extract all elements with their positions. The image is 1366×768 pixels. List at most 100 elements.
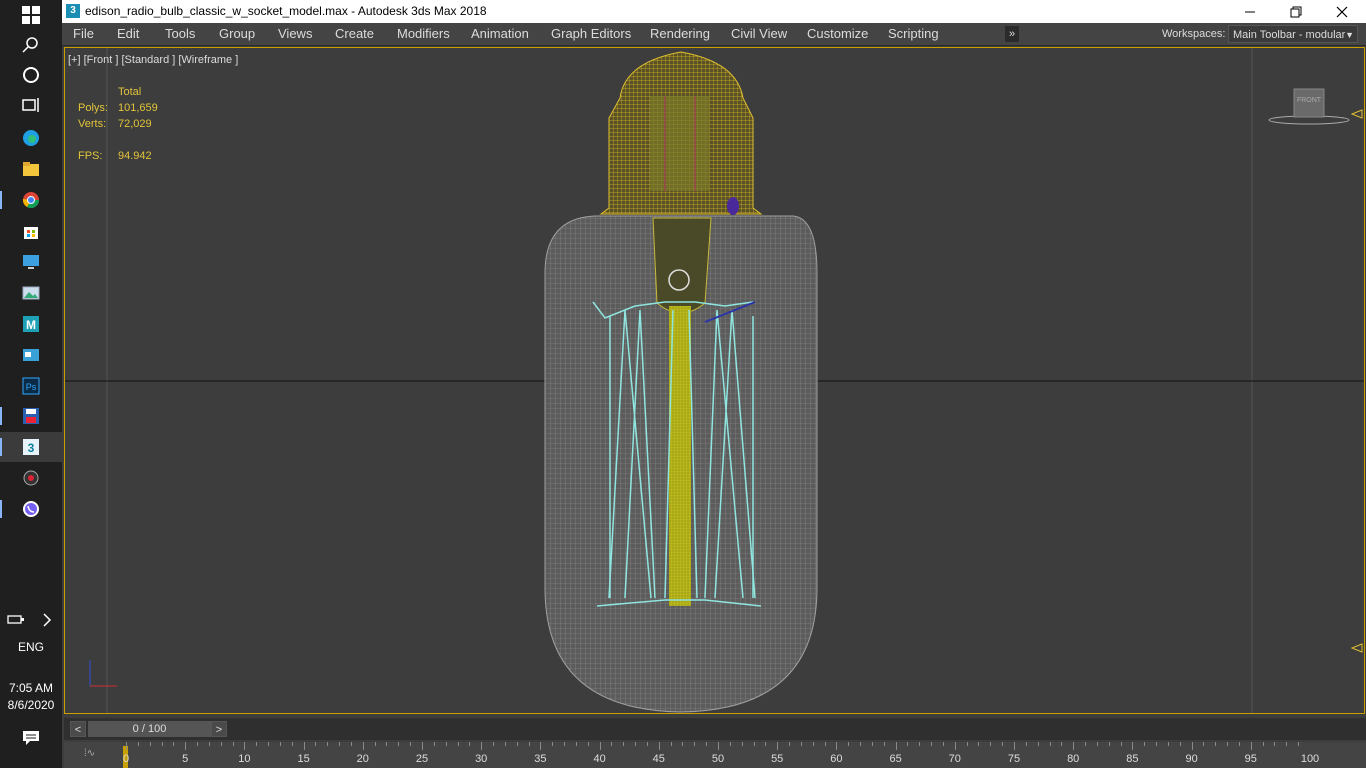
viewport-label[interactable]: [+] [Front ] [Standard ] [Wireframe ] <box>68 54 238 66</box>
next-frame-button[interactable]: > <box>211 721 227 737</box>
track-bar[interactable]: ⁞∿ 0 5 10 15 20 25 30 35 40 45 50 55 60 65 70 75 80 85 90 9… <box>64 742 1366 768</box>
card-app-icon[interactable] <box>0 340 62 370</box>
task-view-icon[interactable] <box>0 90 62 120</box>
front-viewport[interactable]: FRONT [+] [Front ] [Standard ] [Wirefram… <box>64 47 1365 714</box>
svg-text:M: M <box>26 318 36 332</box>
frame-tick-mark <box>682 742 684 746</box>
frame-tick-mark <box>1144 742 1146 746</box>
frame-tick-mark <box>587 742 589 746</box>
3dsmax-app-icon[interactable]: 3 <box>66 4 80 18</box>
frame-tick-mark <box>220 742 222 746</box>
frame-tick-mark <box>1120 742 1122 746</box>
viewcube-icon[interactable] <box>1268 88 1350 125</box>
socket-cap-wireframe[interactable] <box>599 51 763 215</box>
frame-tick-mark <box>481 742 483 750</box>
viewport-canvas <box>65 48 1364 713</box>
polys-label: Polys: <box>78 102 108 114</box>
frame-tick-mark <box>824 742 826 746</box>
frame-tick-mark <box>244 742 246 750</box>
frame-tick-mark <box>836 742 838 750</box>
menu-views[interactable]: Views <box>278 26 312 41</box>
frame-tick-mark <box>670 742 672 746</box>
frame-tick-mark <box>978 742 980 746</box>
stats-header: Total <box>118 86 142 98</box>
photoshop-icon[interactable]: Ps <box>0 371 62 401</box>
file-explorer-icon[interactable] <box>0 154 62 184</box>
menu-overflow-button[interactable]: » <box>1005 26 1019 42</box>
viewcube-face-label: FRONT <box>1296 97 1322 104</box>
title-bar: 3 edison_radio_bulb_classic_w_socket_mod… <box>62 0 1366 23</box>
menu-customize[interactable]: Customize <box>807 26 868 41</box>
frame-tick-mark <box>1167 742 1169 746</box>
frame-tick-mark <box>907 742 909 746</box>
menu-tools[interactable]: Tools <box>165 26 195 41</box>
frame-tick-mark <box>126 742 127 750</box>
frame-tick-mark <box>457 742 459 746</box>
frame-tick-mark <box>504 742 506 746</box>
chrome-icon[interactable] <box>0 185 62 215</box>
frame-tick-mark <box>540 742 542 750</box>
frame-tick-mark <box>1085 742 1087 746</box>
notifications-icon[interactable] <box>0 723 62 753</box>
frame-tick-mark <box>1073 742 1075 750</box>
frame-tick-mark <box>552 742 554 746</box>
menu-civil-view[interactable]: Civil View <box>731 26 787 41</box>
frame-tick-mark <box>931 742 933 746</box>
previous-frame-button[interactable]: < <box>70 721 86 737</box>
frame-tick-mark <box>173 742 175 746</box>
photos-icon[interactable] <box>0 278 62 308</box>
frame-tick-label: 15 <box>297 753 310 765</box>
restore-button[interactable] <box>1273 0 1319 23</box>
verts-label: Verts: <box>78 118 107 130</box>
search-icon[interactable] <box>0 30 62 60</box>
save-disk-icon[interactable] <box>0 401 62 431</box>
menu-animation[interactable]: Animation <box>471 26 529 41</box>
windows-taskbar: M Ps 3 ENG 7:05 AM 8/6/2020 <box>0 0 62 768</box>
close-button[interactable] <box>1319 0 1365 23</box>
minimize-button[interactable] <box>1227 0 1273 23</box>
frame-tick-mark <box>575 742 577 746</box>
frame-tick-mark <box>1250 742 1252 750</box>
menu-create[interactable]: Create <box>335 26 374 41</box>
frame-tick-mark <box>1096 742 1098 746</box>
menu-group[interactable]: Group <box>219 26 255 41</box>
clock[interactable]: 7:05 AM 8/6/2020 <box>0 680 62 714</box>
menu-rendering[interactable]: Rendering <box>650 26 710 41</box>
store-icon[interactable] <box>0 216 62 246</box>
frame-tick-mark <box>386 742 388 746</box>
edge-browser-icon[interactable] <box>0 123 62 153</box>
maya-icon[interactable]: M <box>0 309 62 339</box>
chevron-right-icon[interactable] <box>31 605 62 635</box>
viber-icon[interactable] <box>0 494 62 524</box>
menu-modifiers[interactable]: Modifiers <box>397 26 450 41</box>
frame-tick-label: 35 <box>534 753 547 765</box>
frame-tick-mark <box>1014 742 1015 750</box>
svg-text:Ps: Ps <box>26 382 37 392</box>
frame-tick-label: 40 <box>593 753 606 765</box>
media-app-icon[interactable] <box>0 463 62 493</box>
menu-scripting[interactable]: Scripting <box>888 26 939 41</box>
menu-edit[interactable]: Edit <box>117 26 139 41</box>
frame-tick-mark <box>1061 742 1063 746</box>
network-icon[interactable] <box>0 605 31 635</box>
menu-graph-editors[interactable]: Graph Editors <box>551 26 631 41</box>
frame-tick-mark <box>185 742 187 750</box>
remote-desktop-icon[interactable] <box>0 247 62 277</box>
frame-tick-mark <box>1238 742 1240 746</box>
workspace-dropdown[interactable]: Main Toolbar - modular ▼ <box>1228 25 1358 43</box>
frame-tick-mark <box>256 742 258 746</box>
frame-tick-mark <box>765 742 767 746</box>
cortana-icon[interactable] <box>0 60 62 90</box>
svg-text:3: 3 <box>28 441 35 455</box>
frame-tick-label: 95 <box>1244 753 1257 765</box>
windows-start-icon[interactable] <box>0 0 62 30</box>
frame-tick-mark <box>1025 742 1027 746</box>
curve-editor-icon[interactable]: ⁞∿ <box>84 748 95 759</box>
3dsmax-taskbar-icon[interactable]: 3 <box>0 432 62 462</box>
frame-tick-mark <box>410 742 412 746</box>
frame-tick-mark <box>1179 742 1181 746</box>
menu-file[interactable]: File <box>73 26 94 41</box>
frame-slider-handle[interactable]: 0 / 100 <box>88 721 211 737</box>
input-language[interactable]: ENG <box>0 640 62 654</box>
frame-tick-mark <box>599 742 601 750</box>
